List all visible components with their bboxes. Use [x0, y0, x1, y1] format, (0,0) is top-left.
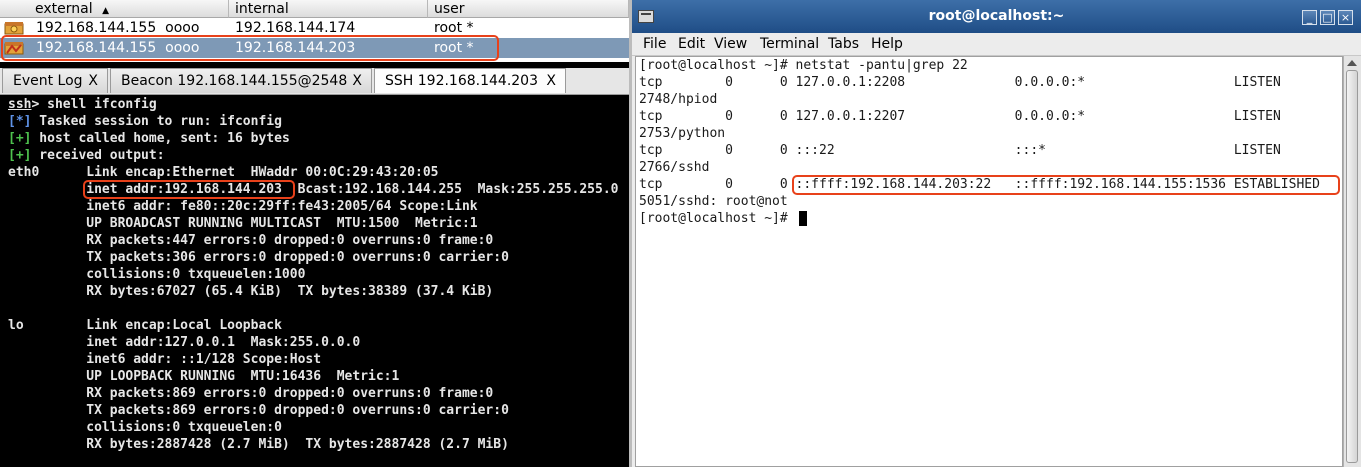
console-output-line: inet addr:192.168.144.203 Bcast:192.168.… — [8, 182, 619, 197]
close-icon[interactable]: X — [546, 69, 556, 93]
menu-help[interactable]: Help — [871, 33, 903, 55]
terminal-screen[interactable]: [root@localhost ~]# netstat -pantu|grep … — [635, 56, 1343, 467]
session-user: root * — [434, 40, 474, 56]
scrollbar-thumb[interactable] — [1346, 70, 1358, 463]
console-output-line: collisions:0 txqueuelen:0 — [8, 420, 282, 435]
cobalt-strike-pane: external ▲ internal user 192.168.144.155… — [0, 0, 629, 467]
menu-bar: File Edit View Terminal Tabs Help — [632, 33, 1361, 56]
task-tag: [*] — [8, 114, 32, 129]
tab-ssh[interactable]: SSH 192.168.144.203 X — [374, 68, 566, 93]
terminal-line: tcp 0 0 127.0.0.1:2207 0.0.0.0:* LISTEN — [639, 109, 1281, 124]
maximize-button[interactable]: □ — [1320, 10, 1335, 25]
terminal-line: 2753/python — [639, 126, 726, 141]
console-status-line: [+] host called home, sent: 16 bytes — [8, 130, 290, 147]
tab-label: Event Log — [13, 73, 83, 89]
status-text: Tasked session to run: ifconfig — [31, 114, 282, 129]
menu-terminal[interactable]: Terminal — [760, 33, 819, 55]
session-row-selected[interactable]: 192.168.144.155 oooo 192.168.144.203 roo… — [0, 38, 629, 58]
console-output-line: inet6 addr: ::1/128 Scope:Host — [8, 352, 322, 367]
session-user: root * — [434, 20, 474, 36]
console-output-line: RX packets:869 errors:0 dropped:0 overru… — [8, 386, 494, 401]
session-external: 192.168.144.155 oooo — [36, 40, 200, 56]
session-row[interactable]: 192.168.144.155 oooo 192.168.144.174 roo… — [0, 18, 629, 38]
column-header-label: external — [35, 1, 93, 17]
column-header-user[interactable]: user — [428, 0, 629, 18]
success-tag: [+] — [8, 148, 32, 163]
menu-view[interactable]: View — [714, 33, 747, 55]
console-status-line: [*] Tasked session to run: ifconfig — [8, 113, 282, 130]
terminal-prompt-line: [root@localhost ~]# — [639, 211, 796, 226]
console-command-line: ssh> shell ifconfig — [8, 96, 157, 113]
terminal-line: 2748/hpiod — [639, 92, 718, 107]
sort-asc-icon: ▲ — [102, 6, 109, 16]
tab-bar: Event Log X Beacon 192.168.144.155@2548 … — [0, 68, 629, 95]
tab-beacon[interactable]: Beacon 192.168.144.155@2548 X — [110, 68, 372, 93]
session-internal: 192.168.144.203 — [235, 40, 356, 56]
window-title: root@localhost:~ — [928, 8, 1065, 24]
console-command: > shell ifconfig — [31, 97, 157, 112]
console-output-line: UP BROADCAST RUNNING MULTICAST MTU:1500 … — [8, 216, 478, 231]
beacon-session-icon — [4, 42, 24, 55]
scroll-up-icon[interactable] — [1347, 60, 1357, 66]
console-output-line: RX packets:447 errors:0 dropped:0 overru… — [8, 233, 494, 248]
console-output-line: TX packets:869 errors:0 dropped:0 overru… — [8, 403, 509, 418]
close-button[interactable]: × — [1338, 10, 1353, 25]
console-output-line: lo Link encap:Local Loopback — [8, 318, 282, 333]
console-output-line: UP LOOPBACK RUNNING MTU:16436 Metric:1 — [8, 369, 400, 384]
menu-tabs[interactable]: Tabs — [828, 33, 859, 55]
column-header-internal[interactable]: internal — [229, 0, 428, 18]
terminal-line: tcp 0 0 :::22 :::* LISTEN — [639, 143, 1281, 158]
scrollbar[interactable] — [1343, 56, 1361, 467]
terminal-line: 2766/sshd — [639, 160, 710, 175]
terminal-window: root@localhost:~ _ □ × File Edit View Te… — [632, 0, 1361, 467]
console-output-line: collisions:0 txqueuelen:1000 — [8, 267, 306, 282]
terminal-line: 5051/sshd: root@not — [639, 194, 788, 209]
tab-label: Beacon 192.168.144.155@2548 — [121, 73, 348, 89]
column-header-external[interactable]: external ▲ — [0, 0, 229, 18]
session-internal: 192.168.144.174 — [235, 20, 356, 36]
terminal-line: tcp 0 0 127.0.0.1:2208 0.0.0.0:* LISTEN — [639, 75, 1281, 90]
close-icon[interactable]: X — [88, 69, 98, 93]
ssh-console[interactable]: ssh> shell ifconfig [*] Tasked session t… — [0, 96, 629, 467]
success-tag: [+] — [8, 131, 32, 146]
sessions-table: external ▲ internal user 192.168.144.155… — [0, 0, 629, 62]
text-cursor — [799, 211, 807, 226]
session-external: 192.168.144.155 oooo — [36, 20, 200, 36]
console-prompt: ssh — [8, 97, 32, 112]
console-output-line: TX packets:306 errors:0 dropped:0 overru… — [8, 250, 509, 265]
status-text: host called home, sent: 16 bytes — [31, 131, 290, 146]
menu-edit[interactable]: Edit — [678, 33, 705, 55]
column-header-label: user — [434, 1, 465, 17]
window-titlebar[interactable]: root@localhost:~ _ □ × — [632, 0, 1361, 34]
menu-file[interactable]: File — [643, 33, 666, 55]
minimize-button[interactable]: _ — [1302, 10, 1317, 25]
tab-label: SSH 192.168.144.203 — [385, 73, 538, 89]
console-output-line: eth0 Link encap:Ethernet HWaddr 00:0C:29… — [8, 165, 439, 180]
beacon-session-icon — [4, 22, 24, 35]
console-output-line: inet addr:127.0.0.1 Mask:255.0.0.0 — [8, 335, 361, 350]
console-output-line: RX bytes:67027 (65.4 KiB) TX bytes:38389… — [8, 284, 494, 299]
terminal-line: [root@localhost ~]# netstat -pantu|grep … — [639, 58, 968, 73]
tab-event-log[interactable]: Event Log X — [2, 68, 108, 93]
console-output-line: RX bytes:2887428 (2.7 MiB) TX bytes:2887… — [8, 437, 509, 452]
status-text: received output: — [31, 148, 165, 163]
column-header-label: internal — [235, 1, 289, 17]
console-status-line: [+] received output: — [8, 147, 165, 164]
console-output-line: inet6 addr: fe80::20c:29ff:fe43:2005/64 … — [8, 199, 478, 214]
terminal-line: tcp 0 0 ::ffff:192.168.144.203:22 ::ffff… — [639, 177, 1320, 192]
close-icon[interactable]: X — [352, 69, 362, 93]
